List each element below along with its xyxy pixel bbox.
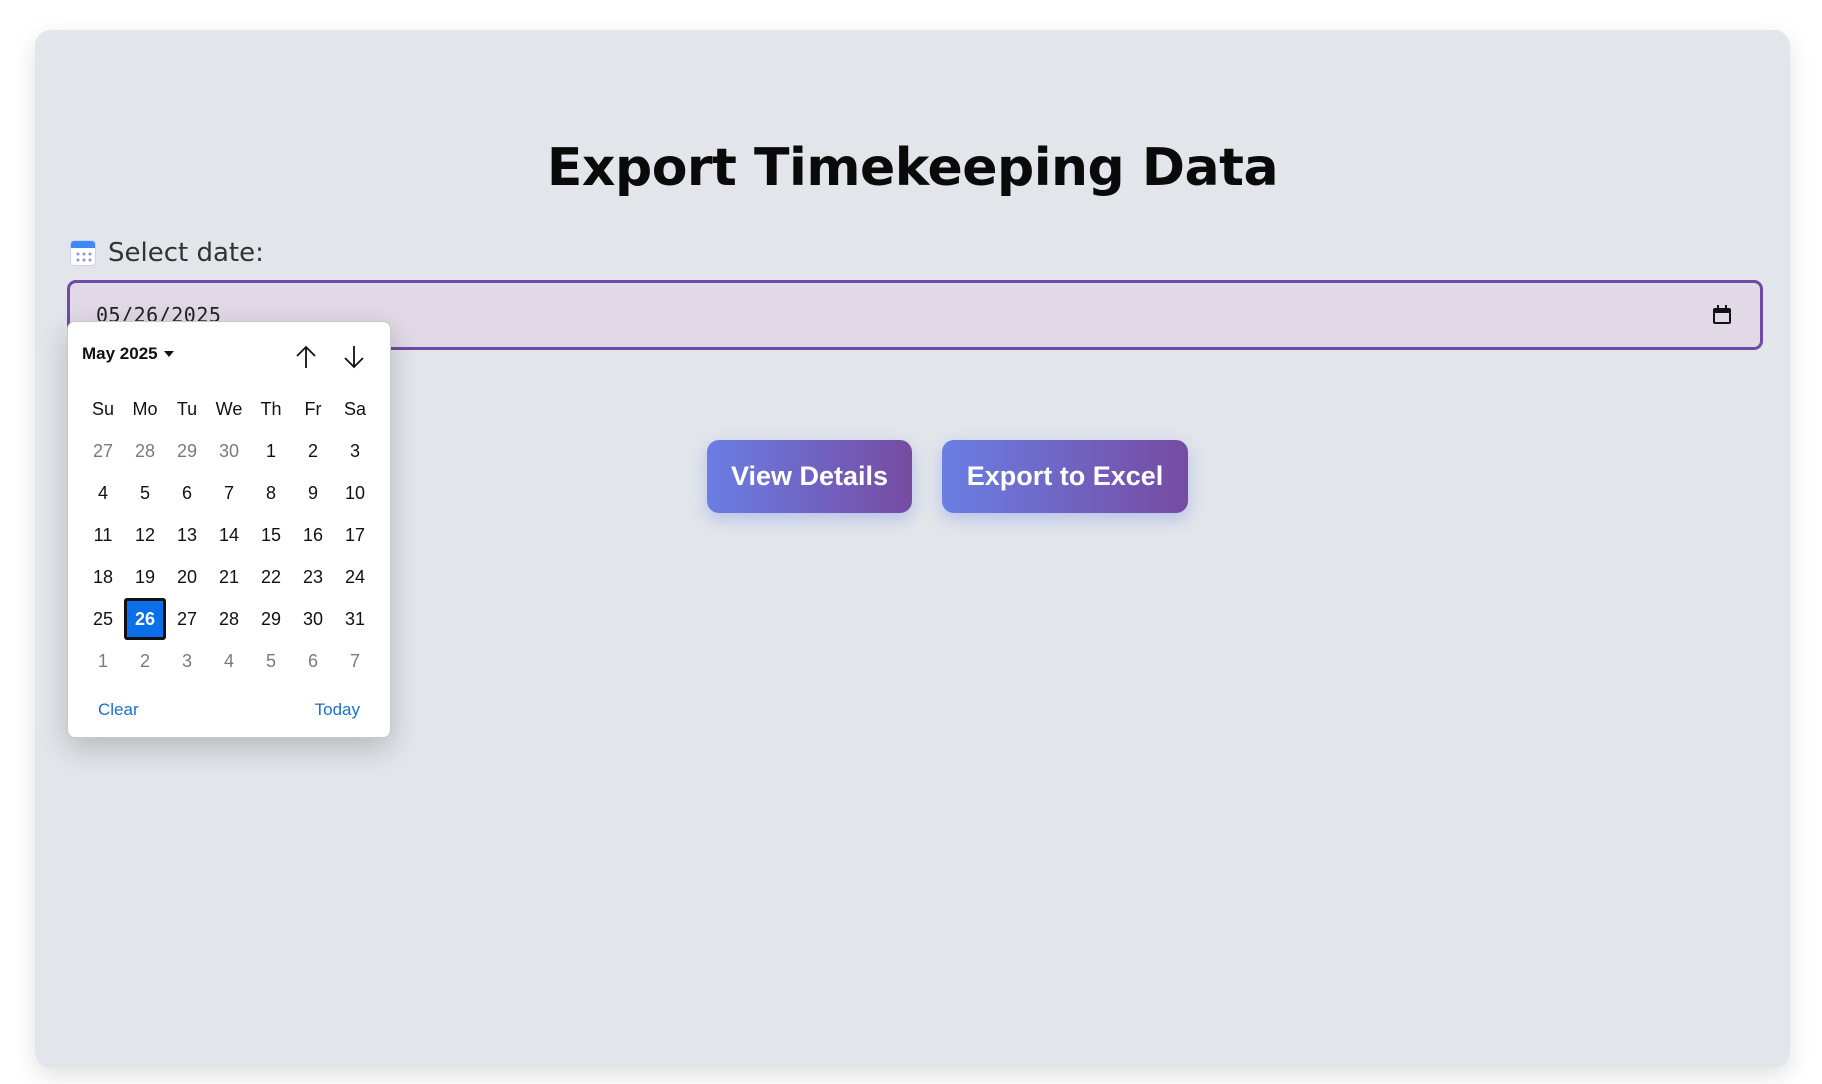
calendar-day[interactable]: 5 xyxy=(124,472,166,514)
today-button[interactable]: Today xyxy=(315,700,360,720)
calendar-day[interactable]: 17 xyxy=(334,514,376,556)
next-month-button[interactable] xyxy=(337,340,371,374)
calendar-day[interactable]: 2 xyxy=(292,430,334,472)
month-selector[interactable]: May 2025 xyxy=(82,344,174,364)
picker-footer: Clear Today xyxy=(98,700,360,720)
clear-button[interactable]: Clear xyxy=(98,700,139,720)
calendar-day-outside[interactable]: 2 xyxy=(124,640,166,682)
calendar-day[interactable]: 8 xyxy=(250,472,292,514)
calendar-day[interactable]: 6 xyxy=(166,472,208,514)
calendar-day[interactable]: 11 xyxy=(82,514,124,556)
calendar-day[interactable]: 30 xyxy=(292,598,334,640)
calendar-day[interactable]: 27 xyxy=(166,598,208,640)
page-title: Export Timekeeping Data xyxy=(546,138,1279,198)
calendar-day[interactable]: 24 xyxy=(334,556,376,598)
calendar-day-outside[interactable]: 7 xyxy=(334,640,376,682)
calendar-day[interactable]: 16 xyxy=(292,514,334,556)
calendar-day[interactable]: 1 xyxy=(250,430,292,472)
calendar-icon xyxy=(70,240,96,266)
chevron-down-icon[interactable] xyxy=(163,351,174,357)
calendar-day[interactable]: 3 xyxy=(334,430,376,472)
calendar-day[interactable]: 10 xyxy=(334,472,376,514)
weekday-header: Th xyxy=(260,398,282,419)
calendar-day-outside[interactable]: 1 xyxy=(82,640,124,682)
weekday-header: Fr xyxy=(304,398,322,419)
view-details-button[interactable]: View Details xyxy=(707,440,912,513)
calendar-day-outside[interactable]: 5 xyxy=(250,640,292,682)
calendar-day-outside[interactable]: 3 xyxy=(166,640,208,682)
calendar-day-selected[interactable]: 26 xyxy=(124,598,166,640)
calendar-day[interactable]: 12 xyxy=(124,514,166,556)
calendar-day-outside[interactable]: 29 xyxy=(166,430,208,472)
weekday-header: We xyxy=(215,398,243,419)
arrow-down-icon[interactable] xyxy=(342,344,366,370)
weekday-header: Mo xyxy=(132,398,158,419)
calendar-day-outside[interactable]: 27 xyxy=(82,430,124,472)
date-label-row: Select date: xyxy=(70,238,264,268)
month-label[interactable]: May 2025 xyxy=(82,344,158,364)
calendar-day[interactable]: 14 xyxy=(208,514,250,556)
calendar-day-outside[interactable]: 30 xyxy=(208,430,250,472)
calendar-day[interactable]: 4 xyxy=(82,472,124,514)
calendar-day-outside[interactable]: 4 xyxy=(208,640,250,682)
previous-month-button[interactable] xyxy=(289,340,323,374)
calendar-day[interactable]: 15 xyxy=(250,514,292,556)
weekday-header: Su xyxy=(91,398,115,419)
calendar-day[interactable]: 23 xyxy=(292,556,334,598)
calendar-day[interactable]: 31 xyxy=(334,598,376,640)
date-label: Select date: xyxy=(108,238,264,268)
calendar-day[interactable]: 29 xyxy=(250,598,292,640)
calendar-day[interactable]: 19 xyxy=(124,556,166,598)
calendar-day-outside[interactable]: 28 xyxy=(124,430,166,472)
calendar-day[interactable]: 25 xyxy=(82,598,124,640)
calendar-day[interactable]: 28 xyxy=(208,598,250,640)
calendar-day[interactable]: 21 xyxy=(208,556,250,598)
calendar-day[interactable]: 20 xyxy=(166,556,208,598)
export-to-excel-button[interactable]: Export to Excel xyxy=(942,440,1188,513)
calendar-day[interactable]: 13 xyxy=(166,514,208,556)
weekday-header: Tu xyxy=(176,398,198,419)
calendar-day[interactable]: 22 xyxy=(250,556,292,598)
weekday-header: Sa xyxy=(343,398,367,419)
calendar-day[interactable]: 18 xyxy=(82,556,124,598)
date-picker-popup: May 2025 Su Mo Tu We Th Fr Sa 27 28 29 30 1 2 3 4 5 6 7 8 9… xyxy=(67,321,391,738)
calendar-day[interactable]: 9 xyxy=(292,472,334,514)
calendar-day[interactable]: 7 xyxy=(208,472,250,514)
calendar-grid: Su Mo Tu We Th Fr Sa 27 28 29 30 1 2 3 4 5 6 7 8 9 10 11 12 13 1… xyxy=(82,388,376,682)
calendar-day-outside[interactable]: 6 xyxy=(292,640,334,682)
calendar-picker-icon[interactable] xyxy=(1712,305,1732,325)
arrow-up-icon[interactable] xyxy=(294,344,318,370)
